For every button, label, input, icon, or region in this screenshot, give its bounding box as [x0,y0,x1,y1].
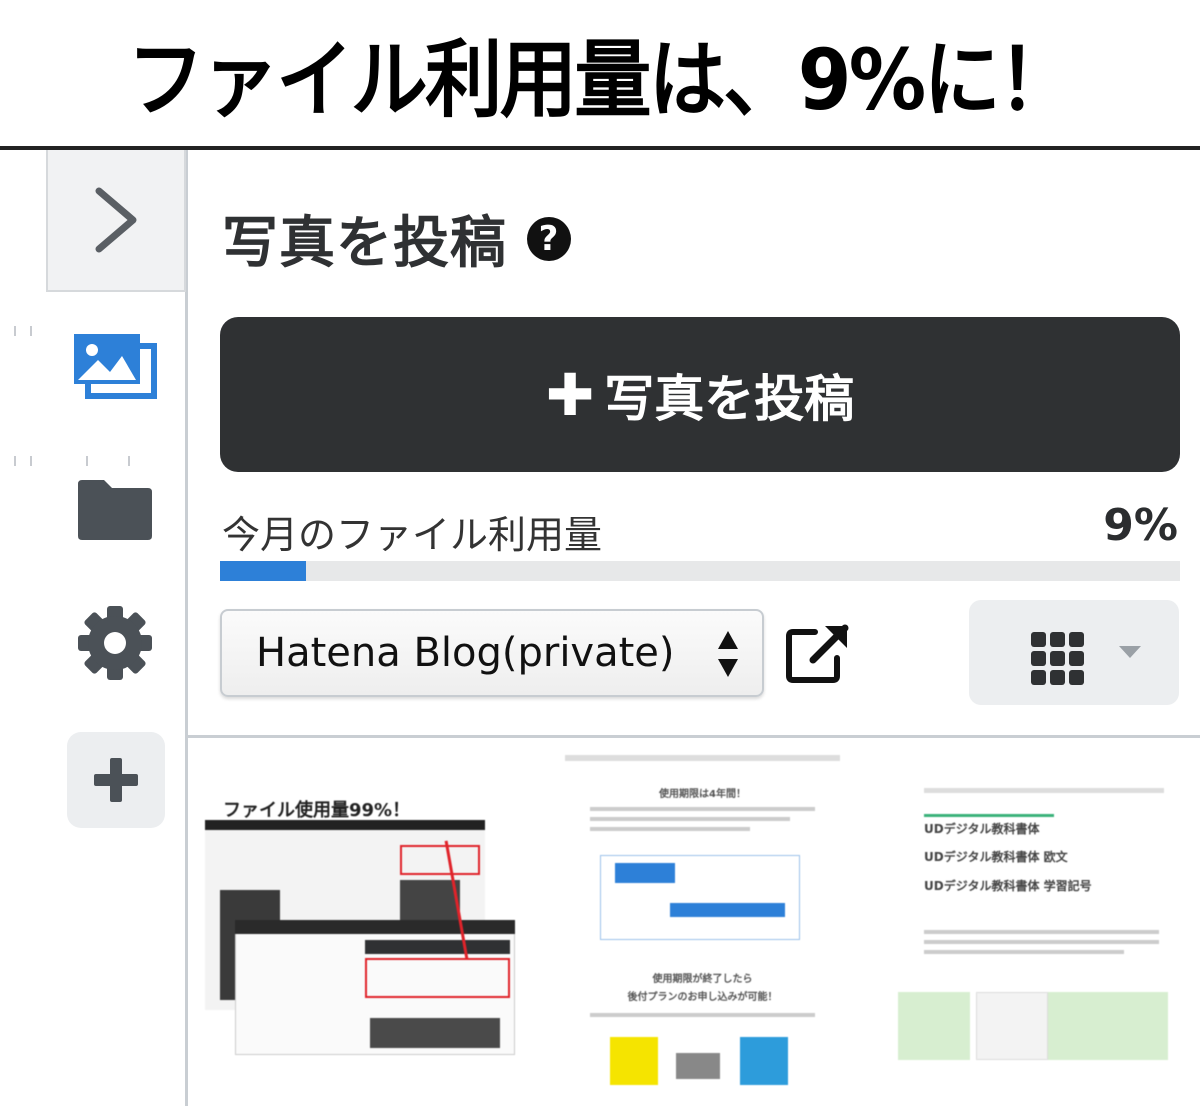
edge-tick [30,456,32,466]
usage-value: 9% [1103,500,1178,551]
thumbnail-text [924,940,1159,944]
thumbnail-heading: 使用期限は4年間！ [659,789,746,800]
panel-title: 写真を投稿 ? [222,198,571,279]
thumbnail-heading: UDデジタル教科書体 [924,822,1040,836]
thumbnail-badge [610,1037,658,1085]
usage-progress-fill [220,561,307,581]
thumbnail-underline [924,814,1054,817]
sidebar-item-photos[interactable] [70,330,160,402]
gallery-thumbnail[interactable]: UDデジタル教科書体 UDデジタル教科書体 欧文 UDデジタル教科書体 学習記号 [888,780,1178,1065]
thumbnail-heading: 後付プランのお申し込みが可能！ [627,992,778,1003]
usage-progress-bar [220,561,1180,581]
thumbnail-button [365,940,510,954]
thumbnail-heading: UDデジタル教科書体 学習記号 [924,879,1092,893]
thumbnail-heading: UDデジタル教科書体 欧文 [924,850,1068,864]
thumbnail-diagram-arrow [670,903,785,917]
thumbnail-bar [205,820,485,830]
thumbnail-highlight [365,958,510,998]
thumbnail-arrow [676,1053,720,1079]
post-photo-button-label: 写真を投稿 [604,369,855,428]
plus-icon [94,758,138,802]
select-arrows-icon [718,631,738,677]
thumbnail-text [590,807,815,811]
gallery-thumbnail[interactable]: ファイル使用量99%！ [205,790,517,1055]
sidebar-item-settings[interactable] [76,604,154,682]
question-circle-icon[interactable]: ? [527,216,571,261]
thumbnail-heading: 使用期限が終了したら [652,974,753,985]
thumbnail-nav [924,788,1164,793]
chevron-right-icon [95,187,137,253]
thumbnail-nav [565,755,840,761]
gear-icon [78,606,152,680]
external-link-icon[interactable] [785,624,851,684]
edge-tick [14,456,16,466]
blog-select[interactable]: Hatena Blog(private) [220,609,764,697]
sidebar-item-folders[interactable] [76,478,154,542]
panel-title-text: 写真を投稿 [222,211,507,276]
thumbnail-diagram-box [615,863,675,883]
edge-tick [86,456,88,466]
thumbnail-card [898,992,970,1060]
thumbnail-text [924,930,1159,934]
sidebar-add-button[interactable] [67,732,165,828]
thumbnail-caption: ファイル使用量99%！ [223,800,411,821]
post-photo-button[interactable]: ✚ 写真を投稿 [220,317,1180,472]
gallery-divider [188,735,1200,738]
grid-icon [1031,632,1084,685]
edge-tick [14,326,16,336]
caret-down-icon [1119,646,1141,658]
gallery-thumbnail[interactable]: 使用期限は4年間！ 使用期限が終了したら 後付プランのお申し込みが可能！ [560,745,845,1090]
blog-select-value: Hatena Blog(private) [256,630,675,676]
sidebar-border [185,150,188,1106]
thumbnail-card [1048,992,1168,1060]
thumbnail-text [590,817,790,821]
thumbnail-text [590,827,750,831]
thumbnail-photo [370,1018,500,1048]
view-toggle-button[interactable] [969,600,1179,705]
thumbnail-text [590,1013,815,1017]
sidebar-toggle-button[interactable] [46,150,186,292]
thumbnail-card [976,992,1048,1060]
edge-tick [30,326,32,336]
thumbnail-photo [400,880,460,920]
thumbnail-badge [740,1037,788,1085]
photos-icon [74,334,157,399]
edge-tick [128,456,130,466]
headline-text: ファイル利用量は、9%に！ [127,30,1075,129]
usage-label: 今月のファイル利用量 [222,513,603,557]
folder-icon [78,480,152,540]
headline-banner: ファイル利用量は、9%に！ [0,0,1200,146]
thumbnail-text [924,950,1124,954]
thumbnail-highlight [400,845,480,875]
plus-icon: ✚ [545,360,595,429]
thumbnail-bar [235,920,515,934]
